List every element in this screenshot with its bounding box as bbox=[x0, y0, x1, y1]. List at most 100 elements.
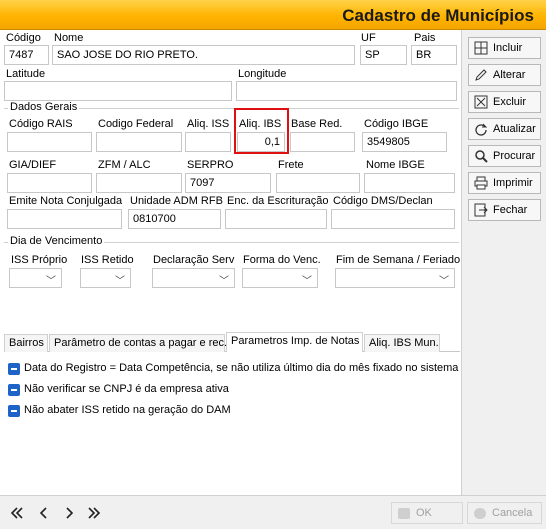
declaracao-serv-select[interactable]: ﹀ bbox=[152, 268, 235, 288]
previous-record-icon[interactable] bbox=[37, 507, 51, 519]
serpro-field[interactable]: 7097 bbox=[185, 173, 271, 193]
codigo-dms-label: Código DMS/Declan bbox=[333, 195, 433, 207]
codigo-label: Código bbox=[6, 32, 41, 44]
bottom-bar: OK Cancela bbox=[0, 495, 546, 529]
codigo-ibge-label: Código IBGE bbox=[364, 118, 429, 130]
delete-icon bbox=[474, 95, 488, 109]
cancel-icon bbox=[474, 508, 486, 519]
longitude-label: Longitude bbox=[238, 68, 287, 80]
excluir-label: Excluir bbox=[493, 96, 527, 108]
alterar-button[interactable]: Alterar bbox=[468, 64, 541, 86]
ok-icon bbox=[398, 508, 410, 519]
iss-proprio-label: ISS Próprio bbox=[11, 254, 68, 266]
action-sidebar: Incluir Alterar Excluir Atualizar Procur… bbox=[463, 30, 546, 495]
pais-label: Pais bbox=[414, 32, 436, 44]
codigo-federal-field[interactable] bbox=[96, 132, 182, 152]
zfm-alc-label: ZFM / ALC bbox=[98, 159, 151, 171]
iss-retido-select[interactable]: ﹀ bbox=[80, 268, 131, 288]
codigo-rais-label: Código RAIS bbox=[9, 118, 73, 130]
aliq-iss-label: Aliq. ISS bbox=[187, 118, 230, 130]
refresh-icon bbox=[475, 123, 488, 136]
ok-label: OK bbox=[416, 507, 432, 519]
serpro-label: SERPRO bbox=[187, 159, 234, 171]
ok-button[interactable]: OK bbox=[391, 502, 463, 524]
fim-semana-select[interactable]: ﹀ bbox=[335, 268, 455, 288]
excluir-button[interactable]: Excluir bbox=[468, 91, 541, 113]
codigo-federal-label: Codigo Federal bbox=[98, 118, 174, 130]
forma-venc-label: Forma do Venc. bbox=[243, 254, 321, 266]
unidade-adm-rfb-field[interactable]: 0810700 bbox=[128, 209, 221, 229]
latitude-field[interactable] bbox=[4, 81, 232, 101]
printer-icon bbox=[474, 176, 488, 190]
procurar-label: Procurar bbox=[493, 150, 536, 162]
fim-semana-label: Fim de Semana / Feriado bbox=[336, 254, 461, 266]
uf-label: UF bbox=[361, 32, 376, 44]
window-title: Cadastro de Municípios bbox=[342, 6, 534, 25]
iss-retido-label: ISS Retido bbox=[81, 254, 134, 266]
first-record-icon[interactable] bbox=[10, 507, 24, 519]
base-red-label: Base Red. bbox=[291, 118, 343, 130]
option-checkbox-cnpj[interactable] bbox=[8, 384, 20, 396]
atualizar-label: Atualizar bbox=[493, 123, 536, 135]
nome-label: Nome bbox=[54, 32, 84, 44]
gia-dief-label: GIA/DIEF bbox=[9, 159, 57, 171]
gia-dief-field[interactable] bbox=[7, 173, 92, 193]
tab-bairros[interactable]: Bairros bbox=[4, 334, 48, 352]
emite-nota-field[interactable] bbox=[7, 209, 122, 229]
search-icon bbox=[475, 150, 488, 163]
chevron-down-icon: ﹀ bbox=[219, 276, 229, 287]
tab-bar: Bairros Parâmetro de contas a pagar e re… bbox=[4, 332, 460, 353]
base-red-field[interactable] bbox=[290, 132, 355, 152]
codigo-ibge-field[interactable]: 3549805 bbox=[362, 132, 447, 152]
codigo-dms-field[interactable] bbox=[331, 209, 455, 229]
chevron-down-icon: ﹀ bbox=[302, 276, 312, 287]
fechar-button[interactable]: Fechar bbox=[468, 199, 541, 221]
codigo-field[interactable]: 7487 bbox=[4, 45, 49, 65]
emite-nota-label: Emite Nota Conjulgada bbox=[9, 195, 123, 207]
alterar-label: Alterar bbox=[493, 69, 526, 81]
unidade-adm-rfb-label: Unidade ADM RFB bbox=[130, 195, 223, 207]
cancela-label: Cancela bbox=[492, 507, 533, 519]
frete-label: Frete bbox=[278, 159, 304, 171]
option-label-cnpj: Não verificar se CNPJ é da empresa ativa bbox=[24, 383, 229, 395]
nome-ibge-field[interactable] bbox=[364, 173, 455, 193]
nome-field[interactable]: SAO JOSE DO RIO PRETO. bbox=[52, 45, 355, 65]
enc-escrituracao-field[interactable] bbox=[225, 209, 327, 229]
incluir-label: Incluir bbox=[493, 42, 523, 54]
uf-field[interactable]: SP bbox=[360, 45, 407, 65]
dados-gerais-title: Dados Gerais bbox=[8, 101, 80, 113]
fechar-label: Fechar bbox=[493, 204, 528, 216]
frete-field[interactable] bbox=[276, 173, 360, 193]
tab-parametro-contas[interactable]: Parâmetro de contas a pagar e rec. bbox=[49, 334, 227, 352]
iss-proprio-select[interactable]: ﹀ bbox=[9, 268, 62, 288]
tab-aliq-ibs-mun[interactable]: Aliq. IBS Mun. bbox=[364, 334, 440, 352]
last-record-icon[interactable] bbox=[87, 507, 101, 519]
tab-parametros-imp-notas[interactable]: Parametros Imp. de Notas bbox=[226, 332, 363, 353]
imprimir-button[interactable]: Imprimir bbox=[468, 172, 541, 194]
atualizar-button[interactable]: Atualizar bbox=[468, 118, 541, 140]
exit-icon bbox=[474, 203, 488, 217]
imprimir-label: Imprimir bbox=[493, 177, 533, 189]
procurar-button[interactable]: Procurar bbox=[468, 145, 541, 167]
option-checkbox-data-registro[interactable] bbox=[8, 363, 20, 375]
pais-field[interactable]: BR bbox=[411, 45, 457, 65]
declaracao-serv-label: Declaração Serv bbox=[153, 254, 235, 266]
option-checkbox-iss-retido[interactable] bbox=[8, 405, 20, 417]
add-icon bbox=[474, 41, 488, 55]
form-area: Código 7487 Nome SAO JOSE DO RIO PRETO. … bbox=[0, 30, 462, 522]
next-record-icon[interactable] bbox=[62, 507, 76, 519]
aliq-iss-field[interactable] bbox=[185, 132, 231, 152]
enc-escrituracao-label: Enc. da Escrituração bbox=[227, 195, 329, 207]
codigo-rais-field[interactable] bbox=[7, 132, 92, 152]
chevron-down-icon: ﹀ bbox=[115, 276, 125, 287]
longitude-field[interactable] bbox=[236, 81, 457, 101]
forma-venc-select[interactable]: ﹀ bbox=[242, 268, 318, 288]
chevron-down-icon: ﹀ bbox=[439, 276, 449, 287]
zfm-alc-field[interactable] bbox=[96, 173, 182, 193]
incluir-button[interactable]: Incluir bbox=[468, 37, 541, 59]
latitude-label: Latitude bbox=[6, 68, 46, 80]
aliq-ibs-highlight bbox=[234, 108, 289, 154]
option-label-iss-retido: Não abater ISS retido na geração do DAM bbox=[24, 404, 231, 416]
option-label-data-registro: Data do Registro = Data Competência, se … bbox=[24, 362, 459, 374]
cancela-button[interactable]: Cancela bbox=[467, 502, 542, 524]
